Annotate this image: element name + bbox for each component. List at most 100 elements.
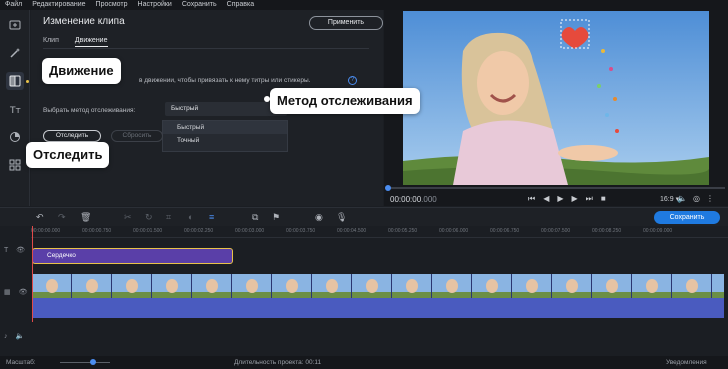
video-audio-strip[interactable]: [32, 298, 724, 318]
microphone-icon[interactable]: 🎙: [336, 212, 347, 223]
title-clip[interactable]: Сердечко: [32, 248, 233, 264]
video-track-visibility-icon[interactable]: 👁: [19, 289, 28, 296]
tab-divider: [43, 48, 369, 49]
color-adjust-icon[interactable]: ◐: [188, 212, 193, 222]
callout-method-pointer: [264, 96, 270, 102]
menu-settings[interactable]: Настройки: [133, 0, 177, 10]
timecode-main: 00:00:00: [390, 195, 422, 204]
ruler-tick: 00:00:08.250: [592, 228, 622, 234]
undo-icon[interactable]: ↶: [36, 212, 44, 223]
frame-back-icon[interactable]: ◀: [543, 194, 549, 204]
ruler-tick: 00:00:03.000: [235, 228, 265, 234]
time-ruler[interactable]: 00:00:00.000 00:00:00.750 00:00:01.500 0…: [31, 226, 728, 238]
help-icon[interactable]: ?: [348, 76, 357, 85]
player-right-controls: 🔈 ◎ ⋮: [677, 194, 714, 203]
video-thumbnail: [192, 274, 232, 298]
video-thumbnail: [552, 274, 592, 298]
transitions-tool[interactable]: [6, 72, 24, 90]
menu-edit[interactable]: Редактирование: [27, 0, 90, 10]
music-note-icon: ♪: [4, 333, 8, 340]
import-tool[interactable]: [6, 16, 24, 34]
option-fast[interactable]: Быстрый: [163, 121, 287, 134]
more-tools[interactable]: [6, 156, 24, 174]
video-frame[interactable]: [403, 11, 709, 185]
overlay-icon[interactable]: ⧉: [252, 212, 258, 223]
panel-tabs: Клип Движение: [43, 37, 108, 47]
frame-forward-icon[interactable]: ▶: [572, 194, 578, 204]
video-thumbnail: [352, 274, 392, 298]
video-image: [403, 11, 709, 185]
timecode-ms: .000: [421, 195, 437, 204]
stop-icon[interactable]: ■: [601, 194, 606, 204]
zoom-slider-track[interactable]: [60, 362, 110, 363]
preview-timecode: 00:00:00.000: [390, 195, 437, 204]
motion-description: в движении, чтобы привязать к нему титры…: [139, 77, 311, 84]
webcam-icon[interactable]: ◉: [315, 212, 323, 223]
video-thumbnail: [472, 274, 512, 298]
save-button[interactable]: Сохранить: [654, 211, 720, 224]
menu-view[interactable]: Просмотр: [91, 0, 133, 10]
preview-scrubber[interactable]: [387, 187, 725, 189]
preview-player: 00:00:00.000 ⏮ ◀ ▶ ▶ ⏭ ■ 16:9 ▾ 🔈 ◎ ⋮: [384, 10, 728, 206]
tab-motion[interactable]: Движение: [74, 37, 108, 47]
audio-track-header: ♪ 🔈: [4, 332, 35, 340]
video-thumbnail: [112, 274, 152, 298]
video-thumbnail: [32, 274, 72, 298]
video-thumbnail: [232, 274, 272, 298]
timeline: 00:00:00.000 00:00:00.750 00:00:01.500 0…: [0, 226, 728, 356]
clip-properties-icon[interactable]: ≡: [209, 212, 214, 222]
ruler-tick: 00:00:03.750: [286, 228, 316, 234]
crop-icon[interactable]: ⌗: [166, 212, 171, 223]
active-indicator-dot: [26, 80, 29, 83]
tracking-method-select[interactable]: Быстрый: [165, 102, 287, 116]
playback-controls: ⏮ ◀ ▶ ▶ ⏭ ■: [528, 194, 606, 204]
skip-forward-icon[interactable]: ⏭: [586, 194, 593, 204]
redo-icon[interactable]: ↷: [58, 212, 66, 223]
callout-method: Метод отслеживания: [270, 88, 420, 114]
title-clip-label: Сердечко: [47, 252, 76, 259]
stickers-tool[interactable]: [6, 128, 24, 146]
ruler-tick: 00:00:01.500: [133, 228, 163, 234]
more-icon[interactable]: ⋮: [706, 194, 714, 203]
tab-clip[interactable]: Клип: [43, 37, 59, 47]
track-button[interactable]: Отследить: [43, 130, 101, 142]
menu-bar: Файл Редактирование Просмотр Настройки С…: [0, 0, 728, 10]
filters-tool[interactable]: [6, 44, 24, 62]
delete-icon[interactable]: 🗑: [80, 212, 91, 223]
title-track-icon: T: [4, 247, 9, 254]
left-toolbar: Tт: [0, 10, 30, 206]
video-thumbnail: [272, 274, 312, 298]
zoom-slider-knob[interactable]: [90, 359, 96, 365]
svg-text:Tт: Tт: [9, 106, 21, 115]
reset-button[interactable]: Сбросить: [111, 130, 163, 142]
video-track-header: ▦ 👁: [4, 288, 35, 296]
titles-tool[interactable]: Tт: [6, 100, 24, 118]
volume-icon[interactable]: 🔈: [677, 194, 687, 203]
audio-track-volume-icon[interactable]: 🔈: [15, 333, 24, 340]
cut-icon[interactable]: ✂: [124, 212, 132, 223]
video-thumbnail: [72, 274, 112, 298]
menu-file[interactable]: Файл: [0, 0, 27, 10]
method-label: Выбрать метод отслеживания:: [43, 107, 136, 114]
callout-track: Отследить: [26, 142, 110, 168]
menu-help[interactable]: Справка: [222, 0, 259, 10]
video-track-icon: ▦: [4, 289, 11, 296]
title-track-visibility-icon[interactable]: 👁: [16, 247, 25, 254]
snapshot-icon[interactable]: ◎: [693, 194, 700, 203]
rotate-icon[interactable]: ↻: [145, 212, 153, 223]
video-track-clip[interactable]: [32, 274, 724, 298]
video-thumbnail: [152, 274, 192, 298]
option-precise[interactable]: Точный: [163, 134, 287, 147]
ruler-tick: 00:00:09.000: [643, 228, 673, 234]
tracking-method-dropdown: Быстрый Точный: [162, 120, 288, 152]
play-icon[interactable]: ▶: [557, 194, 563, 204]
menu-save[interactable]: Сохранить: [177, 0, 222, 10]
skip-back-icon[interactable]: ⏮: [528, 194, 535, 204]
apply-button[interactable]: Применить: [309, 16, 383, 30]
notifications-link[interactable]: Уведомления: [666, 359, 707, 366]
marker-icon[interactable]: ⚑: [272, 212, 280, 223]
playhead[interactable]: [32, 226, 33, 322]
scrubber-knob[interactable]: [385, 185, 391, 191]
video-thumbnail: [512, 274, 552, 298]
ruler-tick: 00:00:02.250: [184, 228, 214, 234]
